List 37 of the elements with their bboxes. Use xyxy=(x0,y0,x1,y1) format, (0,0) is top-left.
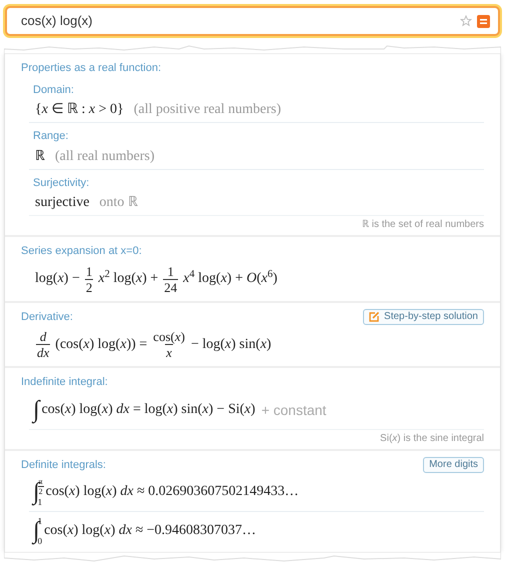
note-text: (all positive real numbers) xyxy=(134,101,282,119)
footnote-text: Si(x) is the sine integral xyxy=(380,432,484,446)
fraction: 1 24 xyxy=(163,264,178,294)
footnote-text: ℝ is the set of real numbers xyxy=(362,218,484,232)
search-field[interactable]: cos(x) log(x) xyxy=(5,6,500,36)
fraction: d dx xyxy=(36,329,50,360)
search-input[interactable]: cos(x) log(x) xyxy=(21,11,460,31)
integral-sign: ∫ xyxy=(33,396,40,424)
section-title: Indefinite integral: xyxy=(21,375,108,390)
section-title: Definite integrals: xyxy=(21,458,106,472)
math-text: cos(x) log(x) dx = log(x) sin(x) − Si(x) xyxy=(42,400,256,418)
subsection-title: Surjectivity: xyxy=(32,176,90,190)
math-text: {x ∈ ℝ : x > 0} xyxy=(35,101,124,119)
more-digits-button[interactable]: More digits xyxy=(423,456,484,473)
menu-icon[interactable] xyxy=(477,14,490,28)
math-text: ℝ xyxy=(35,148,45,166)
math-text: log(x) − xyxy=(35,270,80,288)
note-text: (all real numbers) xyxy=(55,148,155,166)
section-title: Series expansion at x=0: xyxy=(21,244,142,259)
math-text: surjective xyxy=(35,194,90,212)
fraction: cos(x) x xyxy=(152,329,186,360)
note-text: onto ℝ xyxy=(99,194,138,212)
section-title: Properties as a real function: xyxy=(21,61,162,76)
math-text: cos(x) log(x) dx ≈ 0.026903607502149433… xyxy=(46,483,299,501)
subsection-title: Domain: xyxy=(32,82,75,98)
edit-icon xyxy=(369,311,380,322)
subsection-title: Range: xyxy=(32,129,70,144)
step-by-step-button[interactable]: Step-by-step solution xyxy=(363,308,484,325)
math-text: (cos(x) log(x)) = xyxy=(55,336,148,354)
fraction: 1 2 xyxy=(84,264,94,294)
math-text: cos(x) log(x) dx ≈ −0.94608307037… xyxy=(44,522,256,540)
note-text: + constant xyxy=(261,400,326,418)
math-text: − log(x) sin(x) xyxy=(190,336,272,354)
math-text: x$^{2}$ log(x) + xyxy=(98,270,158,288)
star-icon[interactable] xyxy=(460,15,472,27)
section-title: Derivative: xyxy=(21,310,73,324)
math-text: x$^{4}$ log(x) + O(x$^{6}$) xyxy=(183,270,278,288)
